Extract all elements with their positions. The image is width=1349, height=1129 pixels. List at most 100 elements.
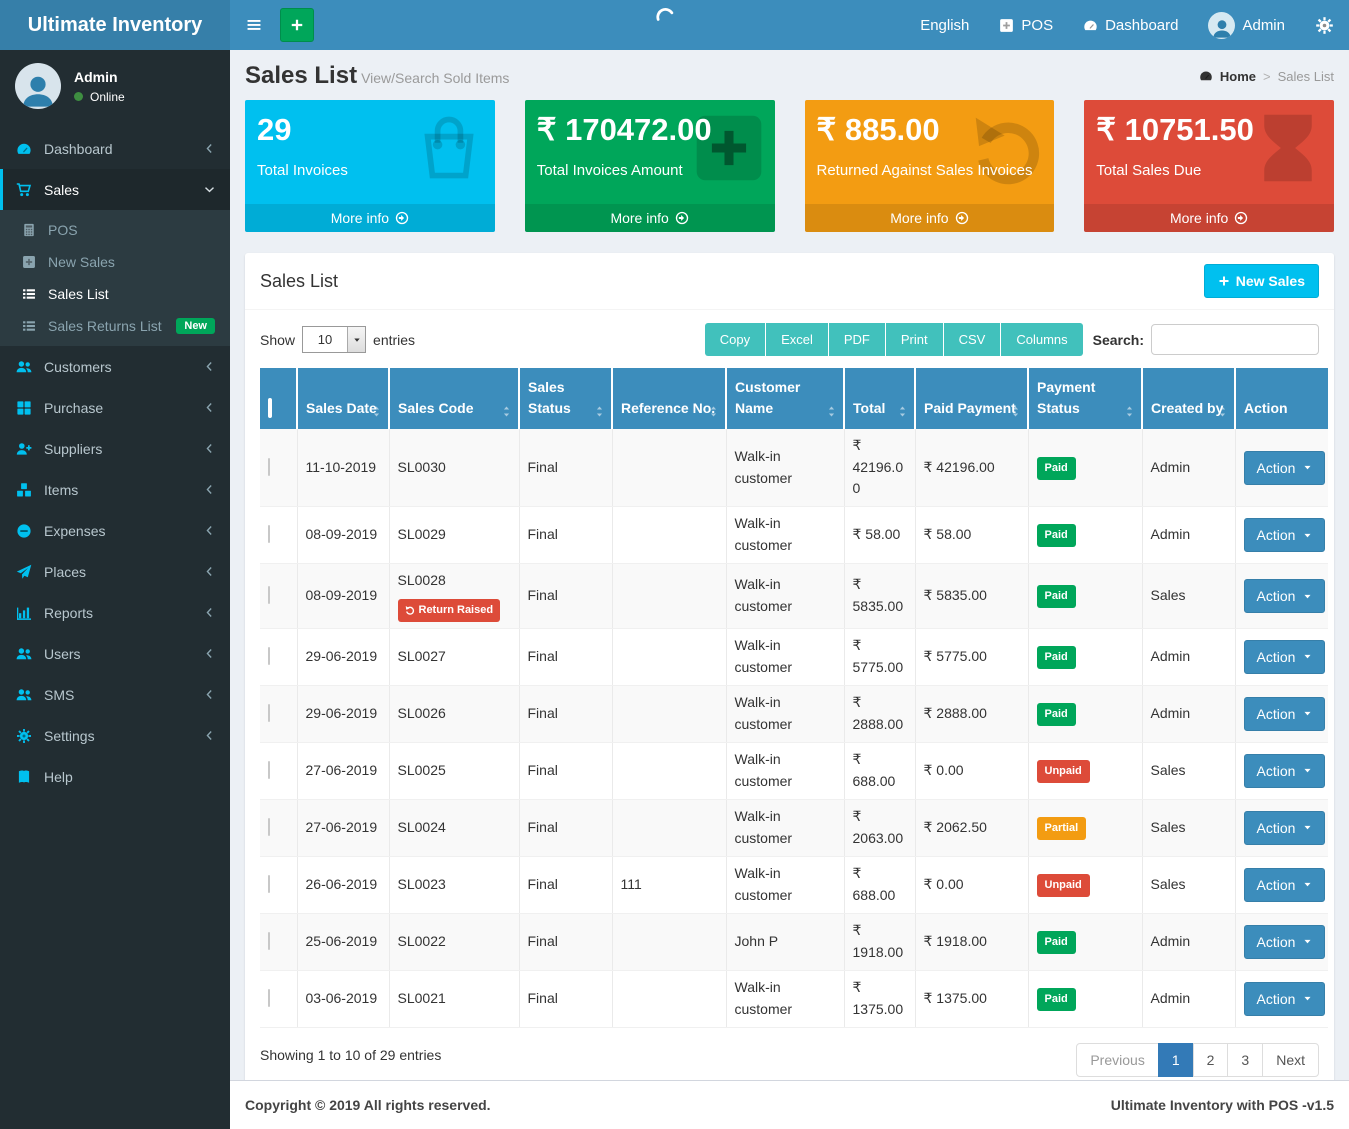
row-action-button[interactable]: Action: [1244, 811, 1326, 845]
sidebar-item-purchase[interactable]: Purchase: [0, 387, 230, 428]
column-header-sales-date[interactable]: Sales Date: [297, 368, 389, 429]
sidebar-item-sms[interactable]: SMS: [0, 674, 230, 715]
cell-sales-status: Final: [519, 507, 612, 564]
row-action-button[interactable]: Action: [1244, 697, 1326, 731]
row-action-button[interactable]: Action: [1244, 925, 1326, 959]
sidebar-subitem-label: POS: [48, 222, 78, 238]
search-input[interactable]: [1151, 324, 1319, 355]
cell-reference-no: [612, 970, 726, 1027]
row-checkbox[interactable]: [268, 586, 270, 604]
export-pdf-button[interactable]: PDF: [829, 323, 886, 356]
table-row-sl0029: 08-09-2019SL0029FinalWalk-in customer₹ 5…: [260, 507, 1328, 564]
pagination-next[interactable]: Next: [1262, 1043, 1319, 1077]
pagination-page-3[interactable]: 3: [1227, 1043, 1263, 1077]
arrow-circle-right-icon: [675, 211, 689, 225]
caret-down-icon: [1303, 880, 1312, 889]
row-checkbox[interactable]: [268, 647, 270, 665]
export-copy-button[interactable]: Copy: [705, 323, 766, 356]
tachometer-icon: [15, 141, 33, 157]
info-boxes: 29Total InvoicesMore info₹ 170472.00Tota…: [230, 100, 1349, 232]
page-length-select[interactable]: 10: [302, 326, 366, 353]
pagination-page-2[interactable]: 2: [1193, 1043, 1229, 1077]
cell-created-by: Admin: [1142, 429, 1235, 507]
sidebar-item-label: Reports: [44, 605, 193, 621]
row-action-button[interactable]: Action: [1244, 754, 1326, 788]
export-csv-button[interactable]: CSV: [944, 323, 1002, 356]
more-info-link[interactable]: More info: [525, 204, 775, 232]
row-checkbox[interactable]: [268, 761, 270, 779]
more-info-link[interactable]: More info: [245, 204, 495, 232]
sidebar-item-settings[interactable]: Settings: [0, 715, 230, 756]
row-checkbox[interactable]: [268, 704, 270, 722]
sidebar-item-suppliers[interactable]: Suppliers: [0, 428, 230, 469]
sidebar-item-reports[interactable]: Reports: [0, 592, 230, 633]
cell-total: ₹ 1375.00: [844, 970, 915, 1027]
user-avatar-small: [1208, 12, 1235, 39]
column-header-created-by[interactable]: Created by: [1142, 368, 1235, 429]
pagination-page-1[interactable]: 1: [1158, 1043, 1194, 1077]
sidebar-item-places[interactable]: Places: [0, 551, 230, 592]
table-row-sl0027: 29-06-2019SL0027FinalWalk-in customer₹ 5…: [260, 628, 1328, 685]
cell-sales-date: 08-09-2019: [297, 507, 389, 564]
cell-paid-payment: ₹ 0.00: [915, 856, 1028, 913]
more-info-link[interactable]: More info: [1084, 204, 1334, 232]
row-action-button[interactable]: Action: [1244, 868, 1326, 902]
sidebar-toggle-button[interactable]: [230, 0, 278, 50]
row-action-button[interactable]: Action: [1244, 579, 1326, 613]
breadcrumb-home[interactable]: Home: [1220, 69, 1256, 84]
sidebar-item-dashboard[interactable]: Dashboard: [0, 128, 230, 169]
nav-settings[interactable]: [1300, 0, 1349, 50]
book-icon: [15, 769, 33, 785]
sidebar-item-expenses[interactable]: Expenses: [0, 510, 230, 551]
column-header-customer-name[interactable]: Customer Name: [726, 368, 844, 429]
column-header-sales-status[interactable]: Sales Status: [519, 368, 612, 429]
users-icon: [15, 359, 33, 375]
brand-title[interactable]: Ultimate Inventory: [0, 0, 230, 50]
info-box-value: ₹ 170472.00: [537, 112, 763, 148]
new-sales-button[interactable]: New Sales: [1204, 264, 1319, 298]
row-action-button[interactable]: Action: [1244, 640, 1326, 674]
row-checkbox[interactable]: [268, 989, 270, 1007]
sidebar-item-users[interactable]: Users: [0, 633, 230, 674]
pagination-previous[interactable]: Previous: [1076, 1043, 1158, 1077]
sidebar-subitem-pos[interactable]: POS: [0, 214, 230, 246]
export-excel-button[interactable]: Excel: [766, 323, 829, 356]
export-columns-button[interactable]: Columns: [1001, 323, 1082, 356]
sidebar-subitem-sales-returns-list[interactable]: Sales Returns ListNew: [0, 310, 230, 342]
caret-down-icon: [1303, 766, 1312, 775]
column-header-sales-code[interactable]: Sales Code: [389, 368, 519, 429]
quick-add-button[interactable]: [280, 8, 314, 42]
column-header-payment-status[interactable]: Payment Status: [1028, 368, 1142, 429]
sidebar-subitem-new-sales[interactable]: New Sales: [0, 246, 230, 278]
column-header-paid-payment[interactable]: Paid Payment: [915, 368, 1028, 429]
nav-language[interactable]: English: [905, 0, 984, 50]
row-checkbox[interactable]: [268, 818, 270, 836]
nav-user-menu[interactable]: Admin: [1193, 0, 1300, 50]
sidebar-item-customers[interactable]: Customers: [0, 346, 230, 387]
cell-created-by: Admin: [1142, 628, 1235, 685]
sidebar-subitem-sales-list[interactable]: Sales List: [0, 278, 230, 310]
column-header-total[interactable]: Total: [844, 368, 915, 429]
cell-total: ₹ 2063.00: [844, 799, 915, 856]
showing-entries-text: Showing 1 to 10 of 29 entries: [260, 1043, 441, 1063]
row-action-button[interactable]: Action: [1244, 518, 1326, 552]
column-header-reference-no[interactable]: Reference No.: [612, 368, 726, 429]
panel-title: Sales List: [260, 271, 338, 292]
nav-pos[interactable]: POS: [984, 0, 1068, 50]
row-checkbox[interactable]: [268, 525, 270, 543]
sidebar-item-items[interactable]: Items: [0, 469, 230, 510]
nav-dashboard[interactable]: Dashboard: [1068, 0, 1193, 50]
row-checkbox[interactable]: [268, 875, 270, 893]
row-checkbox[interactable]: [268, 458, 270, 476]
row-action-button[interactable]: Action: [1244, 982, 1326, 1016]
select-all-checkbox[interactable]: [268, 398, 272, 418]
sidebar-item-sales[interactable]: Sales: [0, 169, 230, 210]
export-print-button[interactable]: Print: [886, 323, 944, 356]
sidebar-item-help[interactable]: Help: [0, 756, 230, 797]
row-checkbox[interactable]: [268, 932, 270, 950]
info-box-label: Total Invoices: [257, 162, 483, 179]
undo-icon: [405, 605, 415, 615]
more-info-link[interactable]: More info: [805, 204, 1055, 232]
cell-sales-date: 29-06-2019: [297, 628, 389, 685]
row-action-button[interactable]: Action: [1244, 451, 1326, 485]
